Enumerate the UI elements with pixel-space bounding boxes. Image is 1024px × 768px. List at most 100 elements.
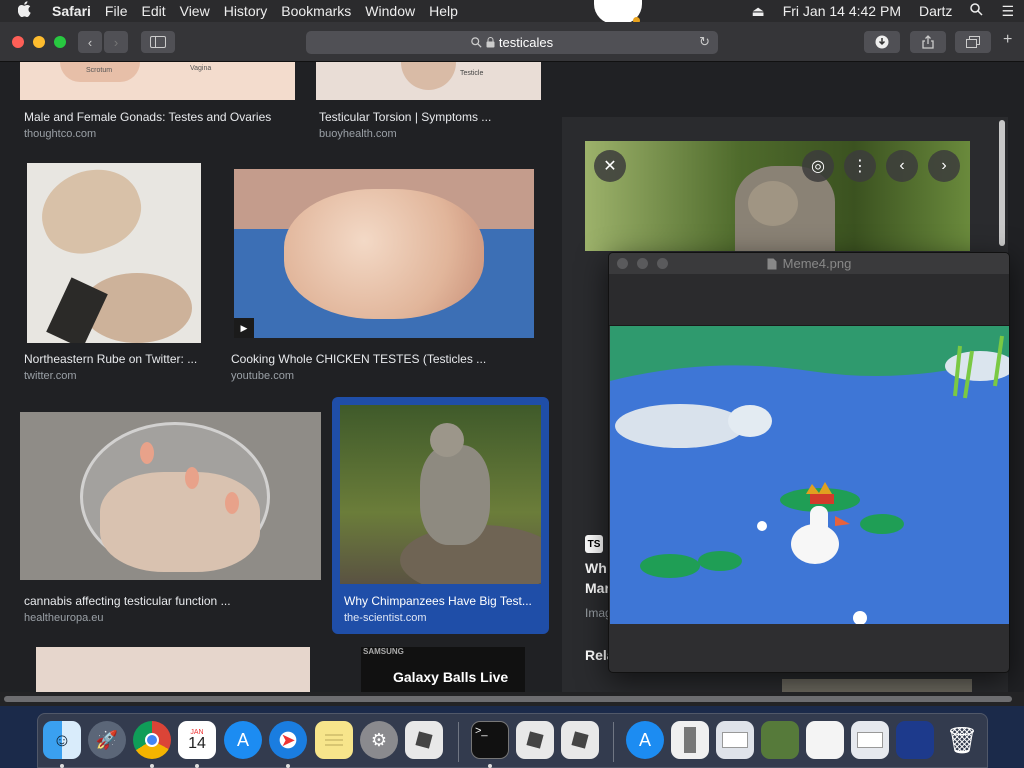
preview-minimize-button[interactable] (637, 258, 648, 269)
dock: ☺ 🚀 JAN 14 A ➤ ⚙ >_ A 🗑 (37, 713, 988, 768)
result-thumb-row4-a[interactable] (36, 647, 310, 692)
result-source[interactable]: healtheuropa.eu (24, 612, 104, 624)
result-caption[interactable]: cannabis affecting testicular function .… (24, 594, 304, 608)
menu-edit[interactable]: Edit (141, 3, 165, 19)
result-thumb-youtube[interactable]: ▶ (234, 169, 534, 338)
horizontal-scroll-thumb[interactable] (4, 696, 1012, 702)
downloads-button[interactable] (864, 31, 900, 53)
zoom-window-button[interactable] (54, 36, 66, 48)
notes-icon[interactable] (315, 721, 353, 759)
menu-bar: Safari File Edit View History Bookmarks … (0, 0, 1024, 22)
panel-title-fragment[interactable]: Mar (585, 580, 610, 596)
result-thumb-healtheuropa[interactable] (20, 412, 321, 580)
calendar-day: 14 (188, 734, 206, 752)
lock-icon (486, 37, 495, 48)
result-caption[interactable]: Male and Female Gonads: Testes and Ovari… (24, 110, 294, 124)
roblox-studio-icon[interactable] (516, 721, 554, 759)
calendar-icon[interactable]: JAN 14 (178, 721, 216, 759)
back-button[interactable]: ‹ (78, 31, 102, 53)
menubar-user[interactable]: Dartz (919, 3, 952, 19)
safari-icon[interactable]: ➤ (269, 721, 307, 759)
result-thumb-chimp[interactable] (340, 405, 541, 584)
play-icon[interactable]: ▶ (234, 318, 254, 338)
close-panel-button[interactable]: ✕ (594, 150, 626, 182)
tab-overview-button[interactable] (955, 31, 991, 53)
roblox-logo-icon (526, 731, 544, 749)
sidebar-icon (150, 36, 166, 48)
minimize-window-button[interactable] (33, 36, 45, 48)
vertical-scrollbar[interactable] (996, 118, 1008, 248)
result-source[interactable]: the-scientist.com (344, 612, 427, 624)
menu-window[interactable]: Window (365, 3, 415, 19)
horizontal-scrollbar[interactable] (0, 692, 1024, 706)
result-source[interactable]: buoyhealth.com (319, 128, 397, 140)
result-source[interactable]: youtube.com (231, 370, 294, 382)
lens-icon: ◎ (811, 158, 825, 175)
result-thumb-twitter[interactable] (27, 163, 201, 343)
minimized-window-3[interactable] (806, 721, 844, 759)
running-indicator (195, 764, 199, 768)
roblox-icon[interactable] (405, 721, 443, 759)
notification-center-icon[interactable]: ☰ (1001, 3, 1014, 20)
minimized-window-4[interactable] (851, 721, 889, 759)
app-store-downloads-icon[interactable]: A (626, 721, 664, 759)
sidebar-toggle-button[interactable] (141, 31, 175, 53)
source-badge: TS (585, 535, 603, 553)
related-thumb[interactable] (782, 679, 972, 692)
launchpad-icon[interactable]: 🚀 (88, 721, 126, 759)
menu-file[interactable]: File (105, 3, 128, 19)
apple-menu-icon[interactable] (17, 1, 40, 21)
preview-titlebar[interactable]: Meme4.png (609, 253, 1009, 274)
result-caption[interactable]: Why Chimpanzees Have Big Test... (344, 594, 539, 608)
app-store-icon[interactable]: A (224, 721, 262, 759)
document-icon (684, 727, 696, 753)
previous-image-button[interactable]: ‹ (886, 150, 918, 182)
spotlight-search-icon[interactable] (970, 3, 983, 19)
menu-view[interactable]: View (180, 3, 210, 19)
menu-bookmarks[interactable]: Bookmarks (281, 3, 351, 19)
next-image-button[interactable]: › (928, 150, 960, 182)
reload-icon[interactable]: ↻ (699, 34, 710, 50)
address-bar[interactable]: testicales ↻ (306, 31, 718, 54)
document-stack-icon[interactable] (671, 721, 709, 759)
selected-result-card[interactable]: Why Chimpanzees Have Big Test... the-sci… (332, 397, 549, 634)
terminal-icon[interactable]: >_ (471, 721, 509, 759)
result-caption[interactable]: Testicular Torsion | Symptoms ... (319, 110, 539, 124)
vertical-scroll-thumb[interactable] (999, 120, 1005, 246)
new-tab-button[interactable]: + (1003, 31, 1021, 53)
monkey-head-shape (430, 423, 464, 457)
food-shape (284, 189, 484, 319)
menu-safari[interactable]: Safari (52, 3, 91, 19)
menu-history[interactable]: History (224, 3, 268, 19)
roblox-player-icon[interactable] (561, 721, 599, 759)
menubar-clock[interactable]: Fri Jan 14 4:42 PM (783, 3, 901, 19)
minimized-window-5[interactable] (896, 721, 934, 759)
result-caption[interactable]: Northeastern Rube on Twitter: ... (24, 352, 204, 366)
result-thumb-samsung[interactable]: SAMSUNG Galaxy Balls Live (361, 647, 525, 692)
galaxy-text: Galaxy Balls Live (393, 669, 509, 685)
close-window-button[interactable] (12, 36, 24, 48)
panel-title-fragment[interactable]: Wh (585, 560, 607, 576)
notes-lines-icon (325, 734, 343, 746)
chrome-icon[interactable] (133, 721, 171, 759)
result-caption[interactable]: Cooking Whole CHICKEN TESTES (Testicles … (231, 352, 531, 366)
result-thumb-torsion[interactable]: Testicle (316, 62, 541, 100)
visual-search-button[interactable]: ◎ (802, 150, 834, 182)
more-options-button[interactable]: ⋮ (844, 150, 876, 182)
eject-icon[interactable]: ⏏ (751, 3, 764, 20)
minimized-window-2[interactable] (761, 721, 799, 759)
system-preferences-icon[interactable]: ⚙ (360, 721, 398, 759)
preview-zoom-button[interactable] (657, 258, 668, 269)
result-source[interactable]: thoughtco.com (24, 128, 96, 140)
result-thumb-gonads[interactable]: Scrotum Vagina (20, 62, 295, 100)
search-icon (471, 37, 482, 48)
result-source[interactable]: twitter.com (24, 370, 77, 382)
menu-help[interactable]: Help (429, 3, 458, 19)
trash-icon[interactable]: 🗑 (943, 721, 981, 759)
minimized-window-1[interactable] (716, 721, 754, 759)
preview-close-button[interactable] (617, 258, 628, 269)
share-button[interactable] (910, 31, 946, 53)
finder-icon[interactable]: ☺ (43, 721, 81, 759)
organ-shape (30, 163, 152, 266)
forward-button[interactable]: › (104, 31, 128, 53)
